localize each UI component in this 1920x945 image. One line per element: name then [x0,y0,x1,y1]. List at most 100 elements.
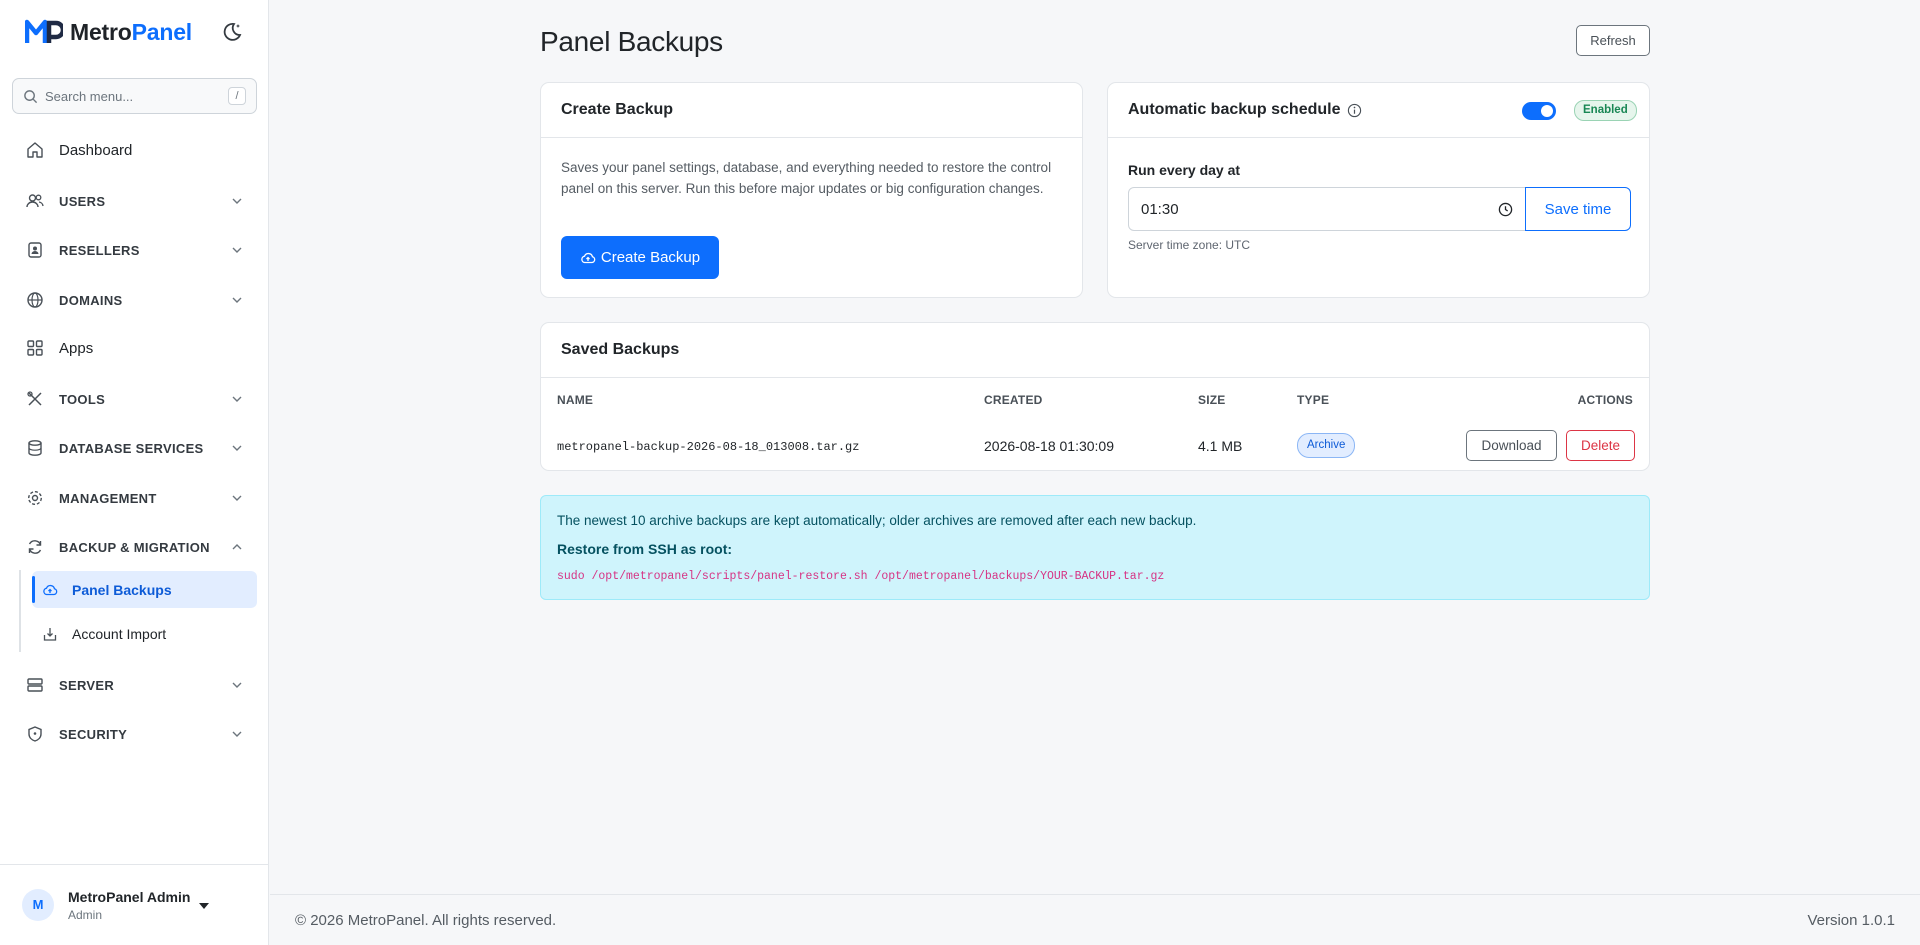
saved-backups-card: Saved Backups NAME CREATED SIZE TYPE ACT… [540,322,1650,471]
chevron-down-icon [232,731,242,737]
table-header: NAME CREATED SIZE TYPE ACTIONS [541,378,1649,420]
run-time-label: Run every day at [1128,162,1241,178]
delete-button[interactable]: Delete [1566,430,1635,461]
backup-file-name: metropanel-backup-2026-08-18_013008.tar.… [557,440,860,454]
chevron-down-icon [232,297,242,303]
sidebar-item-label: Dashboard [59,141,133,159]
user-role: Admin [68,907,103,922]
avatar: M [22,889,54,921]
backup-created-at: 2026-08-18 01:30:09 [984,438,1114,454]
sidebar-item-database-services[interactable]: DATABASE SERVICES [12,428,257,468]
info-icon[interactable] [1347,103,1362,118]
sidebar-item-server[interactable]: SERVER [12,665,257,705]
user-profile[interactable]: M MetroPanel Admin Admin [0,864,269,945]
users-icon [26,194,44,208]
sidebar-item-label: MANAGEMENT [59,490,157,506]
column-header-type: TYPE [1297,393,1330,407]
status-badge: Enabled [1574,100,1637,121]
server-icon [27,678,43,692]
caret-down-icon[interactable] [199,903,209,909]
clock-icon[interactable] [1498,202,1513,217]
card-title: Create Backup [561,101,674,118]
sidebar-item-security[interactable]: SECURITY [12,714,257,754]
backup-schedule-card: Automatic backup schedule Enabled Run ev… [1107,82,1650,298]
copyright-text: © 2026 MetroPanel. All rights reserved. [295,912,557,929]
page-title: Panel Backups [540,26,723,57]
column-header-actions: ACTIONS [1577,393,1633,407]
sidebar-item-label: Apps [59,339,94,357]
sidebar-item-label: DOMAINS [59,292,123,308]
sidebar-item-users[interactable]: USERS [12,181,257,221]
submenu-guide-line [19,570,21,652]
grid-icon [27,340,43,356]
restore-title: Restore from SSH as root: [557,541,733,557]
restore-command[interactable]: sudo /opt/metropanel/scripts/panel-resto… [557,570,1164,583]
brand-logo[interactable]: MetroPanel [25,18,192,46]
table-row: metropanel-backup-2026-08-18_013008.tar.… [541,420,1649,470]
chevron-down-icon [232,682,242,688]
theme-toggle-moon-icon[interactable] [221,21,243,43]
sidebar-item-label: BACKUP & MIGRATION [59,539,210,555]
menu-search[interactable]: Search menu... / [12,78,257,114]
refresh-icon [28,540,42,554]
create-backup-button[interactable]: Create Backup [561,236,719,279]
gear-icon [27,490,43,506]
metropanel-logo-icon [25,19,63,43]
card-title: Saved Backups [561,341,680,358]
create-backup-description: Saves your panel settings, database, and… [561,160,1052,196]
sidebar-subitem-label: Account Import [72,625,167,642]
sidebar-item-label: USERS [59,193,106,209]
sidebar-item-label: SERVER [59,677,115,693]
sidebar-item-label: SECURITY [59,726,128,742]
cloud-upload-icon [43,584,58,595]
chevron-down-icon [232,247,242,253]
sidebar-item-apps[interactable]: Apps [12,328,257,368]
schedule-enabled-toggle[interactable] [1522,102,1556,120]
sidebar-item-label: RESELLERS [59,242,140,258]
sidebar-item-label: DATABASE SERVICES [59,440,204,456]
user-name: MetroPanel Admin [68,888,191,905]
card-title: Automatic backup schedule [1128,101,1341,118]
chevron-down-icon [232,495,242,501]
search-icon [24,89,38,103]
create-backup-button-label: Create Backup [600,249,701,266]
globe-icon [27,292,43,308]
column-header-size: SIZE [1198,393,1226,407]
sidebar-item-management[interactable]: MANAGEMENT [12,478,257,518]
sidebar-subitem-label: Panel Backups [72,581,172,598]
sidebar-item-backup-migration[interactable]: BACKUP & MIGRATION [12,527,257,567]
database-icon [28,440,42,456]
sidebar-item-domains[interactable]: DOMAINS [12,280,257,320]
create-backup-card: Create Backup Saves your panel settings,… [540,82,1083,298]
cloud-upload-icon [581,252,596,263]
badge-icon [28,242,42,258]
sidebar-subitem-panel-backups[interactable]: Panel Backups [32,571,257,608]
retention-info-alert: The newest 10 archive backups are kept a… [540,495,1650,600]
tools-icon [27,391,42,406]
sidebar: MetroPanel Search menu... / Dashboard US… [0,0,269,945]
brand-name: MetroPanel [70,18,192,45]
chevron-down-icon [232,198,242,204]
search-placeholder: Search menu... [45,88,134,104]
page-footer: © 2026 MetroPanel. All rights reserved. … [270,894,1920,945]
sidebar-item-label: TOOLS [59,391,106,407]
save-time-button[interactable]: Save time [1525,187,1631,231]
refresh-button[interactable]: Refresh [1576,25,1650,56]
schedule-time-input[interactable]: 01:30 [1128,187,1526,231]
import-icon [43,627,57,641]
chevron-down-icon [232,445,242,451]
sidebar-item-tools[interactable]: TOOLS [12,379,257,419]
sidebar-subitem-account-import[interactable]: Account Import [32,615,257,652]
column-header-name: NAME [557,393,594,407]
retention-note: The newest 10 archive backups are kept a… [557,513,1197,528]
sidebar-item-dashboard[interactable]: Dashboard [12,130,257,170]
sidebar-item-resellers[interactable]: RESELLERS [12,230,257,270]
home-icon [27,142,43,158]
timezone-note: Server time zone: UTC [1128,238,1251,252]
search-shortcut-key: / [228,87,246,105]
shield-icon [28,726,42,742]
download-button[interactable]: Download [1466,430,1557,461]
backup-type-badge: Archive [1297,433,1356,458]
schedule-time-value: 01:30 [1141,200,1179,218]
chevron-down-icon [232,396,242,402]
